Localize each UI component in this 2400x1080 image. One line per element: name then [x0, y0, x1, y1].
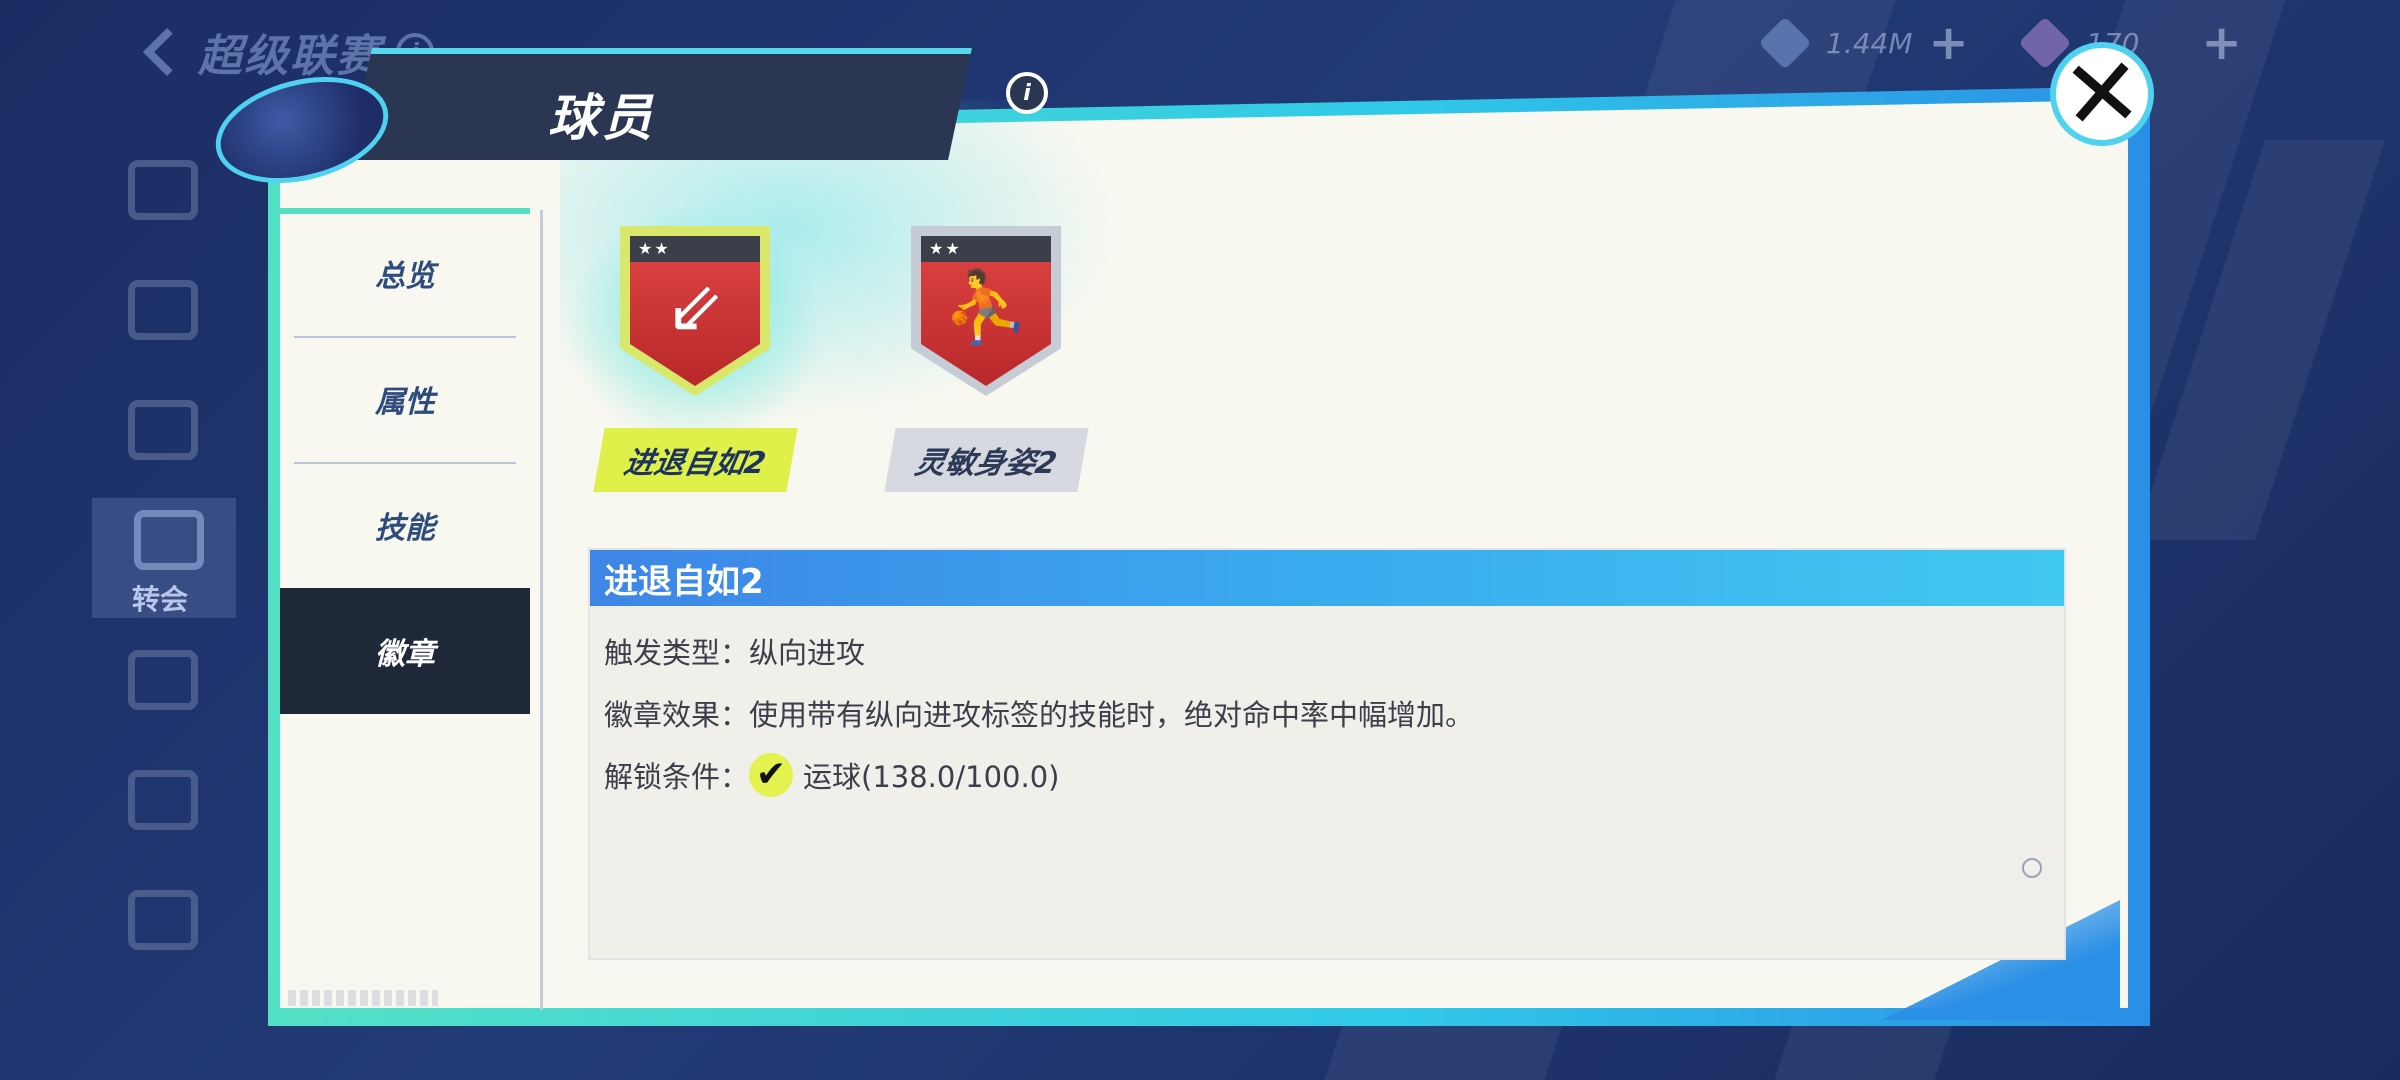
badge-item[interactable]: ★★ ⛹ 灵敏身姿2	[883, 226, 1089, 492]
detail-row-trigger: 触发类型： 纵向进攻	[604, 620, 2050, 682]
tab-overview[interactable]: 总览	[280, 210, 530, 336]
detail-title: 进退自如2	[604, 561, 764, 602]
detail-label: 触发类型：	[604, 636, 750, 670]
detail-label: 徽章效果：	[604, 698, 750, 732]
detail-row-effect: 徽章效果： 使用带有纵向进攻标签的技能时，绝对命中率中幅增加。	[604, 682, 2050, 744]
modal-header-banner	[348, 48, 972, 160]
league-title: 超级联赛	[198, 31, 382, 82]
badge-stars: ★★	[630, 236, 760, 262]
sidenav-transfer-label: 转会	[132, 583, 189, 616]
badge-item[interactable]: ★★ ⇙ 进退自如2	[555, 196, 835, 492]
sidenav-jersey-icon[interactable]	[128, 280, 198, 340]
dribbler-badge-icon: ★★ ⛹	[911, 226, 1061, 396]
sidenav-hex-icon[interactable]	[128, 650, 198, 710]
tab-list: 总览 属性 技能 徽章	[280, 210, 530, 714]
badge-detail-panel: 进退自如2 触发类型： 纵向进攻 徽章效果： 使用带有纵向进攻标签的技能时，绝对…	[588, 548, 2066, 960]
diamond-currency-icon	[1758, 16, 1812, 70]
check-icon: ✔	[749, 753, 794, 797]
close-icon: ✕	[2057, 35, 2147, 153]
detail-value: 运球(138.0/100.0)	[803, 760, 1060, 794]
tab-attributes[interactable]: 属性	[280, 336, 530, 462]
detail-row-unlock: 解锁条件： ✔ 运球(138.0/100.0)	[604, 744, 2050, 806]
modal-info-icon[interactable]: i	[1006, 72, 1048, 114]
tab-skills[interactable]: 技能	[280, 462, 530, 588]
close-button[interactable]: ✕	[2050, 35, 2154, 153]
shoe-arrow-glyph-icon: ⇙	[665, 266, 725, 348]
badge-name: 进退自如2	[592, 428, 798, 492]
dribbler-glyph-icon: ⛹	[942, 266, 1030, 348]
sidenav-clipboard-icon[interactable]	[128, 890, 198, 950]
add-currency-button[interactable]: +	[1929, 19, 1969, 67]
detail-body: 触发类型： 纵向进攻 徽章效果： 使用带有纵向进攻标签的技能时，绝对命中率中幅增…	[590, 606, 2064, 820]
sidenav-ranking-icon[interactable]	[128, 160, 198, 220]
detail-header: 进退自如2	[590, 550, 2064, 606]
sidenav-team-icon[interactable]	[128, 770, 198, 830]
scroll-indicator	[2022, 858, 2042, 878]
detail-value: 纵向进攻	[749, 636, 866, 670]
sidenav-trophy-icon[interactable]	[128, 400, 198, 460]
badge-name: 灵敏身姿2	[883, 428, 1089, 492]
detail-value: 使用带有纵向进攻标签的技能时，绝对命中率中幅增加。	[749, 698, 1475, 732]
currency-diamond: 1.44M +	[1758, 16, 1969, 70]
add-currency-button[interactable]: +	[2201, 19, 2241, 67]
detail-label: 解锁条件：	[604, 760, 750, 794]
tab-badges[interactable]: 徽章	[280, 588, 530, 714]
currency-value: 1.44M	[1826, 26, 1913, 60]
back-arrow-icon[interactable]	[142, 27, 192, 77]
tab-divider	[540, 210, 543, 1010]
badge-stars: ★★	[921, 236, 1051, 262]
modal-title: 球员	[548, 89, 656, 147]
watermark-logo	[288, 990, 438, 1006]
sidenav-transfer-icon	[134, 510, 204, 570]
